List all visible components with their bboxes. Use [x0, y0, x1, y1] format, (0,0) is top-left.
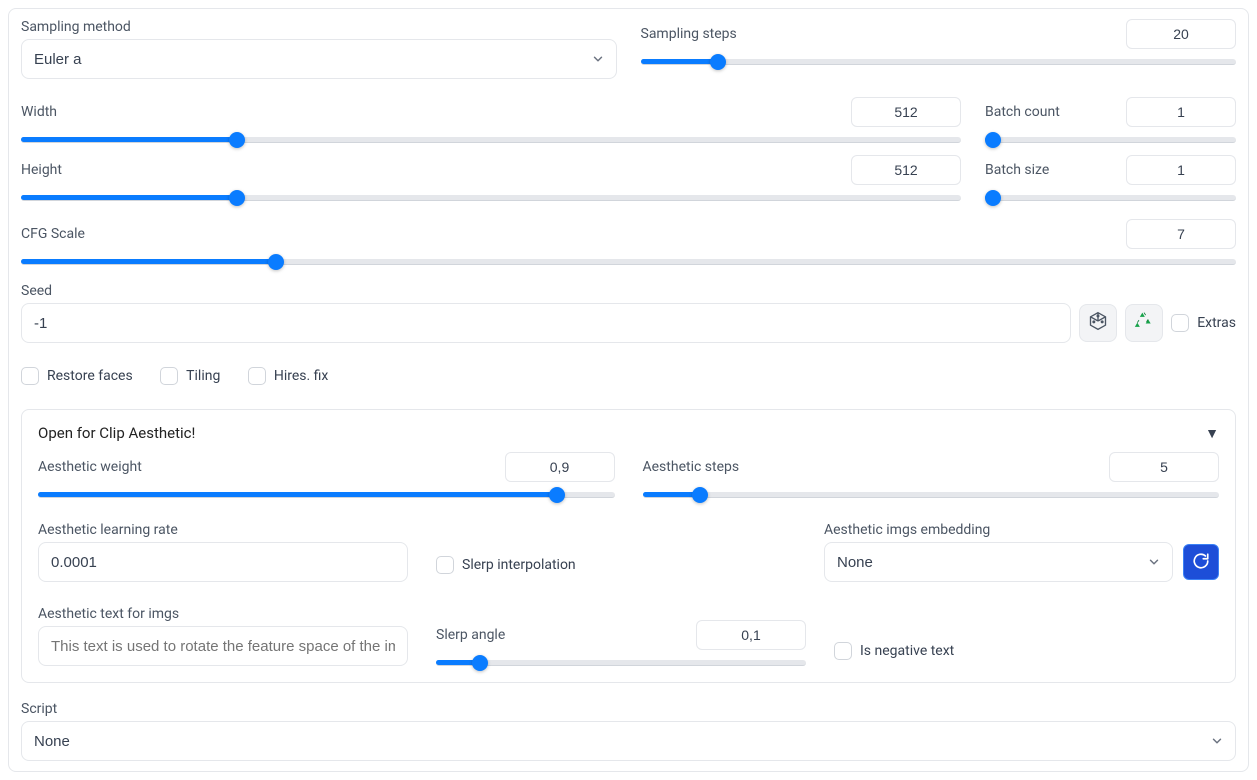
width-input[interactable]	[851, 97, 961, 127]
height-label: Height	[21, 162, 62, 178]
tiling-checkbox[interactable]	[160, 367, 178, 385]
height-slider[interactable]	[21, 195, 961, 201]
slerp-interpolation-checkbox[interactable]	[436, 556, 454, 574]
restore-faces-checkbox[interactable]	[21, 367, 39, 385]
aesthetic-lr-label: Aesthetic learning rate	[38, 522, 408, 538]
collapse-toggle[interactable]: ▼	[1205, 425, 1219, 442]
extras-checkbox[interactable]	[1171, 314, 1189, 332]
generation-settings-panel: Sampling method Sampling steps Width	[8, 8, 1249, 772]
script-label: Script	[21, 701, 1236, 717]
sampling-method-label: Sampling method	[21, 19, 617, 35]
sampling-method-select[interactable]	[21, 39, 617, 79]
slerp-angle-label: Slerp angle	[436, 627, 505, 643]
batch-size-slider[interactable]	[985, 195, 1236, 201]
batch-count-label: Batch count	[985, 104, 1060, 120]
width-slider[interactable]	[21, 137, 961, 143]
sampling-steps-slider[interactable]	[641, 59, 1237, 65]
aesthetic-embedding-label: Aesthetic imgs embedding	[824, 522, 1219, 538]
clip-aesthetic-title: Open for Clip Aesthetic!	[38, 424, 195, 442]
seed-label: Seed	[21, 283, 1236, 299]
refresh-embeddings-button[interactable]	[1183, 544, 1219, 580]
cfg-input[interactable]	[1126, 219, 1236, 249]
aesthetic-text-label: Aesthetic text for imgs	[38, 606, 408, 622]
hires-fix-label: Hires. fix	[274, 368, 329, 384]
aesthetic-weight-label: Aesthetic weight	[38, 459, 142, 475]
random-seed-button[interactable]	[1079, 304, 1117, 342]
aesthetic-text-input[interactable]	[38, 626, 408, 666]
width-label: Width	[21, 104, 57, 120]
restore-faces-label: Restore faces	[47, 368, 133, 384]
batch-size-input[interactable]	[1126, 155, 1236, 185]
recycle-icon	[1134, 311, 1154, 336]
slerp-angle-slider[interactable]	[436, 660, 806, 666]
extras-label: Extras	[1197, 315, 1236, 331]
hires-fix-checkbox[interactable]	[248, 367, 266, 385]
tiling-label: Tiling	[186, 368, 220, 384]
refresh-icon	[1192, 552, 1210, 573]
batch-count-slider[interactable]	[985, 137, 1236, 143]
slerp-interpolation-label: Slerp interpolation	[462, 557, 576, 573]
clip-aesthetic-panel: Open for Clip Aesthetic! ▼ Aesthetic wei…	[21, 409, 1236, 683]
is-negative-text-label: Is negative text	[860, 643, 954, 659]
is-negative-text-checkbox[interactable]	[834, 642, 852, 660]
seed-input[interactable]	[21, 303, 1071, 343]
cfg-slider[interactable]	[21, 259, 1236, 265]
aesthetic-steps-label: Aesthetic steps	[643, 459, 740, 475]
aesthetic-steps-slider[interactable]	[643, 492, 1220, 498]
batch-count-input[interactable]	[1126, 97, 1236, 127]
reuse-seed-button[interactable]	[1125, 304, 1163, 342]
slerp-angle-input[interactable]	[696, 620, 806, 650]
aesthetic-weight-input[interactable]	[505, 452, 615, 482]
cfg-label: CFG Scale	[21, 226, 85, 242]
dice-icon	[1088, 311, 1108, 336]
aesthetic-steps-input[interactable]	[1109, 452, 1219, 482]
batch-size-label: Batch size	[985, 162, 1049, 178]
aesthetic-weight-slider[interactable]	[38, 492, 615, 498]
height-input[interactable]	[851, 155, 961, 185]
script-select[interactable]	[21, 721, 1236, 761]
aesthetic-lr-input[interactable]	[38, 542, 408, 582]
aesthetic-embedding-select[interactable]	[824, 542, 1173, 582]
sampling-steps-input[interactable]	[1126, 19, 1236, 49]
sampling-steps-label: Sampling steps	[641, 26, 737, 42]
